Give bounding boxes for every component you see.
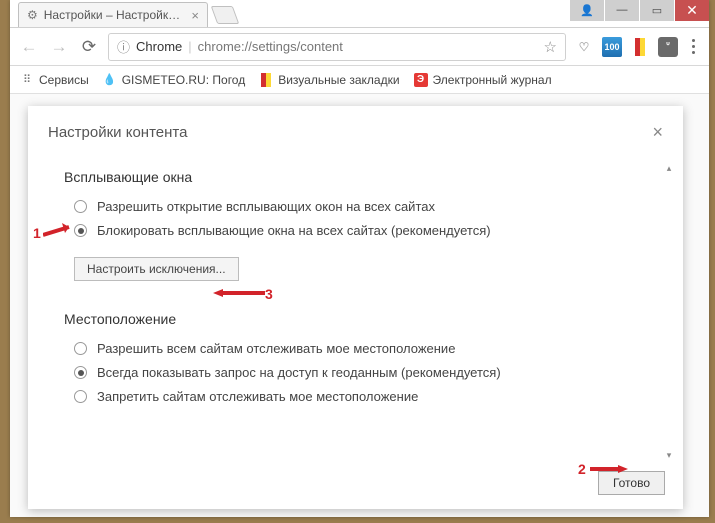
new-tab-button[interactable] — [211, 6, 240, 24]
tab-close-icon[interactable]: × — [191, 8, 199, 23]
window-close-button[interactable]: ✕ — [675, 0, 709, 21]
annotation-3: 3 — [265, 286, 273, 302]
bookmark-ej[interactable]: Э Электронный журнал — [414, 73, 552, 87]
annotation-2: 2 — [578, 461, 586, 477]
done-button[interactable]: Готово — [598, 471, 665, 495]
reload-button[interactable]: ⟳ — [78, 36, 100, 58]
dialog-close-button[interactable]: × — [652, 122, 663, 143]
radio-icon — [74, 342, 87, 355]
radio-selected-icon — [74, 366, 87, 379]
scroll-down-icon[interactable]: ▾ — [663, 449, 675, 461]
annotation-1: 1 — [33, 225, 41, 241]
scroll-up-icon[interactable]: ▴ — [663, 162, 675, 174]
title-bar: ⚙ Настройки – Настройки… × 👤 — ▭ ✕ — [10, 0, 709, 28]
journal-icon: Э — [414, 73, 428, 87]
radio-selected-icon — [74, 224, 87, 237]
dialog-title: Настройки контента — [48, 124, 187, 141]
location-ask-label: Всегда показывать запрос на доступ к гео… — [97, 365, 501, 380]
content-settings-dialog: Настройки контента × Всплывающие окна Ра… — [28, 106, 683, 509]
shield-icon[interactable]: ♡ — [574, 37, 594, 57]
toolbar: ← → ⟳ ⓘ Chrome | chrome://settings/conte… — [10, 28, 709, 66]
location-deny-label: Запретить сайтам отслеживать мое местопо… — [97, 389, 418, 404]
browser-tab[interactable]: ⚙ Настройки – Настройки… × — [18, 2, 208, 27]
location-ask-option[interactable]: Всегда показывать запрос на доступ к гео… — [74, 365, 661, 380]
bookmark-icon — [259, 73, 273, 87]
location-allow-label: Разрешить всем сайтам отслеживать мое ме… — [97, 341, 455, 356]
bookmarks-bar: ⠿ Сервисы 💧 GISMETEO.RU: Погод Визуальны… — [10, 66, 709, 94]
minimize-button[interactable]: — — [605, 0, 639, 21]
content-area: Настройки контента × Всплывающие окна Ра… — [10, 94, 709, 517]
apps-icon: ⠿ — [20, 73, 34, 87]
location-heading: Местоположение — [64, 311, 661, 327]
location-allow-option[interactable]: Разрешить всем сайтам отслеживать мое ме… — [74, 341, 661, 356]
menu-button[interactable] — [686, 39, 701, 54]
info-icon: ⓘ — [117, 37, 130, 56]
radio-icon — [74, 390, 87, 403]
address-bar[interactable]: ⓘ Chrome | chrome://settings/content ☆ — [108, 33, 566, 61]
forward-button[interactable]: → — [48, 36, 70, 58]
maximize-button[interactable]: ▭ — [640, 0, 674, 21]
dialog-body: Всплывающие окна Разрешить открытие вспл… — [28, 153, 683, 463]
gear-icon: ⚙ — [27, 8, 38, 22]
extension-ublock-icon[interactable]: ᐡ — [658, 37, 678, 57]
radio-icon — [74, 200, 87, 213]
extension-bookmark-icon[interactable] — [630, 37, 650, 57]
bookmark-yandex[interactable]: Визуальные закладки — [259, 73, 399, 87]
back-button[interactable]: ← — [18, 36, 40, 58]
exceptions-button[interactable]: Настроить исключения... — [74, 257, 239, 281]
extension-search-icon[interactable]: 100 — [602, 37, 622, 57]
popups-allow-option[interactable]: Разрешить открытие всплывающих окон на в… — [74, 199, 661, 214]
popups-allow-label: Разрешить открытие всплывающих окон на в… — [97, 199, 435, 214]
droplet-icon: 💧 — [103, 73, 117, 87]
bookmark-star-icon[interactable]: ☆ — [544, 38, 557, 56]
popups-block-option[interactable]: Блокировать всплывающие окна на всех сай… — [74, 223, 661, 238]
popups-heading: Всплывающие окна — [64, 169, 661, 185]
tab-title: Настройки – Настройки… — [44, 8, 186, 22]
dialog-scrollbar[interactable]: ▴ ▾ — [663, 162, 675, 461]
omnibox-brand: Chrome — [136, 39, 182, 54]
window-controls: 👤 — ▭ ✕ — [570, 0, 709, 21]
location-deny-option[interactable]: Запретить сайтам отслеживать мое местопо… — [74, 389, 661, 404]
browser-window: ⚙ Настройки – Настройки… × 👤 — ▭ ✕ ← → ⟳… — [10, 0, 709, 517]
bookmark-apps[interactable]: ⠿ Сервисы — [20, 73, 89, 87]
omnibox-url: chrome://settings/content — [198, 39, 538, 54]
popups-block-label: Блокировать всплывающие окна на всех сай… — [97, 223, 491, 238]
bookmark-gismeteo[interactable]: 💧 GISMETEO.RU: Погод — [103, 73, 246, 87]
user-icon[interactable]: 👤 — [570, 0, 604, 21]
